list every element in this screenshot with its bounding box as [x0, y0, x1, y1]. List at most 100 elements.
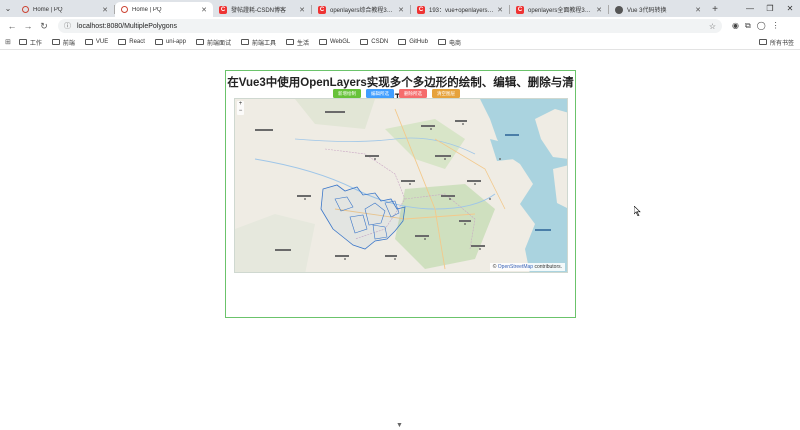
menu-icon[interactable]: ⋮ [772, 21, 780, 31]
folder-icon [118, 39, 127, 45]
minimize-icon[interactable]: — [740, 0, 760, 17]
tab-title: Vue 3代码转换 [627, 8, 667, 14]
tab-title: 發帖證耗-CSDN博客 [231, 8, 286, 14]
profile-icon[interactable]: ◯ [757, 21, 766, 31]
bookmark-label: 所有书签 [769, 40, 794, 47]
close-icon[interactable]: ✕ [201, 6, 207, 14]
bookmark-label: VUE [95, 39, 109, 45]
bookmark-folder[interactable]: 工作 [18, 38, 42, 47]
browser-tab-bar: ⌄ Home | PQ ✕ Home | PQ ✕ C 發帖證耗-CSDN博客 ✕ Co… [0, 0, 800, 17]
all-bookmarks[interactable]: 所有书签 [758, 38, 794, 47]
tab-0[interactable]: Home | PQ ✕ [16, 2, 114, 17]
delete-button[interactable]: 删除所选 [399, 89, 427, 98]
bookmark-folder[interactable]: VUE [84, 39, 109, 45]
tab-title: 193：vue+openlayers 多边 [429, 8, 495, 14]
forward-icon[interactable]: → [20, 18, 36, 34]
folder-icon [360, 39, 369, 45]
close-icon[interactable]: ✕ [596, 6, 602, 14]
tab-3[interactable]: Copenlayers综合教程300+_迟✕ [312, 2, 410, 17]
close-icon[interactable]: ✕ [102, 6, 108, 14]
map-attribution: © OpenStreetMap contributors. [489, 263, 565, 271]
url-text: localhost:8080/MultiplePolygons [77, 22, 178, 30]
bookmark-folder[interactable]: 电商 [437, 38, 461, 47]
bookmark-folder[interactable]: React [118, 39, 145, 45]
site-info-icon[interactable]: ⓘ [64, 21, 71, 31]
bookmark-label: uni-app [165, 39, 186, 45]
new-tab-button[interactable]: + [707, 2, 723, 17]
extension-icon[interactable]: ◉ [732, 21, 739, 31]
csdn-icon: C [417, 5, 425, 14]
draw-button[interactable]: 新增绘制 [333, 89, 361, 98]
folder-icon [51, 39, 60, 45]
close-icon[interactable]: ✕ [299, 6, 305, 14]
csdn-icon: C [318, 5, 326, 14]
window-controls: — ❐ ✕ [740, 0, 800, 17]
bookmark-label: WebGL [330, 39, 351, 45]
bookmark-folder[interactable]: WebGL [319, 39, 350, 45]
bookmark-label: React [129, 39, 145, 45]
apps-grid-icon[interactable]: ⊞ [5, 38, 11, 46]
zoom-out-button[interactable]: − [237, 108, 244, 115]
osm-link[interactable]: OpenStreetMap [498, 264, 533, 270]
zoom-controls: + − [237, 101, 244, 115]
tab-title: openlayers全面教程300+【回 [528, 8, 593, 14]
close-window-icon[interactable]: ✕ [780, 0, 800, 17]
bookmark-folder[interactable]: 生活 [285, 38, 309, 47]
maximize-icon[interactable]: ❐ [760, 0, 780, 17]
close-icon[interactable]: ✕ [398, 6, 404, 14]
reload-icon[interactable]: ↻ [36, 18, 52, 34]
bookmark-folder[interactable]: uni-app [154, 39, 186, 45]
bookmark-folder[interactable]: 前端工具 [240, 38, 276, 47]
extensions-puzzle-icon[interactable]: ⧉ [745, 21, 751, 31]
bookmark-label: GitHub [409, 39, 428, 45]
folder-icon [758, 39, 767, 45]
bookmark-label: 工作 [29, 40, 42, 47]
tab-6[interactable]: Vue 3代码转换 ✕ [609, 2, 707, 17]
bookmark-folder[interactable]: GitHub [398, 39, 428, 45]
folder-icon [285, 39, 294, 45]
vue-icon [615, 5, 623, 14]
folder-icon [195, 39, 204, 45]
bookmark-folder[interactable]: 前端 [51, 38, 75, 47]
toolbar: 新增绘制 编辑所选 删除所选 清空图层 [333, 89, 460, 98]
bookmark-label: 前端工具 [251, 40, 276, 47]
attribution-suffix: contributors. [534, 264, 562, 270]
zoom-in-button[interactable]: + [237, 101, 244, 108]
folder-icon [84, 39, 93, 45]
mouse-cursor-icon [634, 206, 641, 216]
tab-search-icon[interactable]: ⌄ [0, 0, 16, 17]
bookmark-label: 前端面试 [206, 40, 231, 47]
bookmark-label: 生活 [296, 40, 309, 47]
map-tiles [235, 99, 567, 272]
bookmark-folder[interactable]: 前端面试 [195, 38, 231, 47]
folder-icon [319, 39, 327, 45]
folder-icon [437, 39, 446, 45]
map-view[interactable]: + − © OpenStreetMap contributors. [234, 98, 568, 273]
edit-button[interactable]: 编辑所选 [366, 89, 394, 98]
bookmark-label: 电商 [448, 40, 461, 47]
csdn-icon: C [516, 5, 524, 14]
tab-5[interactable]: Copenlayers全面教程300+【回✕ [510, 2, 608, 17]
tab-2[interactable]: C 發帖證耗-CSDN博客 ✕ [213, 2, 311, 17]
folder-icon [398, 39, 407, 45]
tab-4[interactable]: C 193：vue+openlayers 多边 ✕ [411, 2, 509, 17]
url-bar[interactable]: ⓘ localhost:8080/MultiplePolygons ☆ [58, 19, 722, 33]
folder-icon [18, 39, 27, 45]
address-toolbar: ← → ↻ ⓘ localhost:8080/MultiplePolygons … [0, 17, 800, 35]
pq-icon [22, 6, 29, 13]
back-icon[interactable]: ← [4, 18, 20, 34]
scroll-down-icon[interactable]: ▼ [396, 422, 403, 429]
bookmark-label: 前端 [62, 40, 75, 47]
folder-icon [154, 39, 163, 45]
tab-1[interactable]: Home | PQ ✕ [115, 2, 213, 17]
pq-icon [121, 6, 128, 13]
bookmark-folder[interactable]: CSDN [360, 39, 388, 45]
tab-title: Home | PQ [33, 6, 63, 13]
close-icon[interactable]: ✕ [497, 6, 503, 14]
clear-button[interactable]: 清空图层 [432, 89, 460, 98]
bookmarks-bar: ⊞ 工作 前端 VUE React uni-app 前端面试 前端工具 生活 W… [0, 35, 800, 50]
close-icon[interactable]: ✕ [695, 6, 701, 14]
csdn-icon: C [219, 5, 227, 14]
demo-container: 在Vue3中使用OpenLayers实现多个多边形的绘制、编辑、删除与清空功能 … [225, 70, 576, 318]
bookmark-star-icon[interactable]: ☆ [709, 22, 716, 31]
